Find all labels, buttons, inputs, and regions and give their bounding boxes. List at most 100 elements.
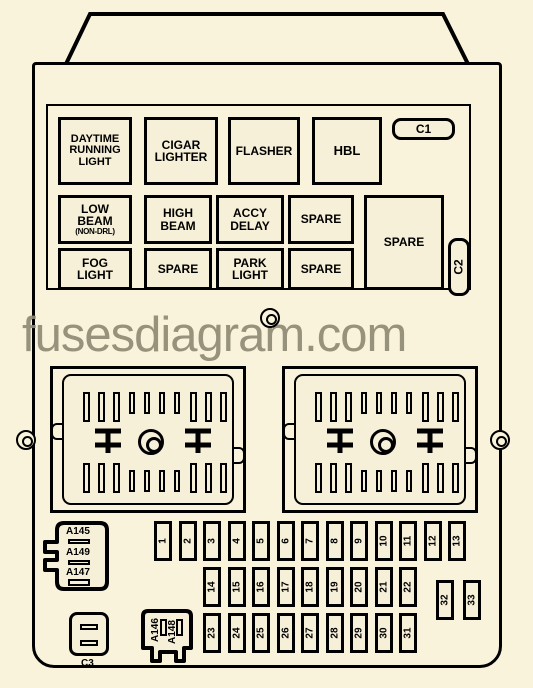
relay-module-left[interactable] — [50, 366, 246, 513]
fuse-number-label: 28 — [329, 627, 340, 639]
fuse-32[interactable]: 32 — [436, 580, 454, 620]
relay-spare-big[interactable]: SPARE — [364, 195, 444, 290]
relay-label-line: SPARE — [383, 235, 425, 250]
fuse-26[interactable]: 26 — [276, 613, 295, 653]
relay-spare-1[interactable]: SPARE — [288, 195, 354, 244]
relay-label-line: LIGHTER — [154, 150, 208, 164]
fuse-31[interactable]: 31 — [399, 613, 417, 653]
fuse-number-label: 25 — [255, 627, 267, 639]
a146-a148-connector[interactable]: A146 A148 — [140, 608, 194, 664]
relay-accy-delay[interactable]: ACCY DELAY — [216, 195, 284, 244]
fuse-5[interactable]: 5 — [252, 521, 270, 561]
fuse-number-label: 3 — [206, 538, 218, 544]
fuse-box-lid — [28, 8, 505, 68]
fuse-25[interactable]: 25 — [252, 613, 270, 653]
fuse-number-label: 6 — [280, 538, 291, 544]
relay-center-screw — [370, 429, 396, 455]
relay-fog-light[interactable]: FOG LIGHT — [58, 248, 132, 290]
connector-tab-c2[interactable]: C2 — [448, 238, 470, 296]
fuse-18[interactable]: 18 — [301, 567, 319, 607]
fuse-24[interactable]: 24 — [227, 613, 246, 653]
fuse-20[interactable]: 20 — [350, 567, 368, 607]
pin-label-a145: A145 — [66, 526, 90, 537]
fuse-10[interactable]: 10 — [374, 521, 393, 561]
fuse-number-label: 1 — [157, 538, 169, 544]
connector-tab-c1[interactable]: C1 — [392, 118, 455, 140]
relay-hbl[interactable]: HBL — [312, 117, 382, 185]
fuse-12[interactable]: 12 — [423, 521, 442, 561]
relay-latch-left — [51, 423, 62, 440]
relay-latch-left — [283, 423, 294, 440]
fuse-29[interactable]: 29 — [350, 613, 368, 653]
relay-low-beam[interactable]: LOW BEAM (NON-DRL) — [58, 195, 132, 244]
fuse-number-label: 33 — [466, 594, 478, 606]
relay-flasher[interactable]: FLASHER — [228, 117, 300, 185]
fuse-8[interactable]: 8 — [325, 521, 344, 561]
relay-label-sub: (NON-DRL) — [75, 226, 115, 236]
relay-label-line: DELAY — [230, 218, 270, 233]
relay-label-line: FLASHER — [235, 143, 293, 158]
fuse-15[interactable]: 15 — [227, 567, 246, 607]
pin-slot-a146 — [160, 619, 167, 636]
relay-label-line: SPARE — [157, 261, 199, 276]
fuse-14[interactable]: 14 — [203, 567, 221, 607]
relay-label-line: BEAM — [160, 218, 196, 233]
relay-module-right[interactable] — [282, 366, 478, 513]
fuse-number-label: 30 — [378, 627, 389, 639]
fuse-16[interactable]: 16 — [252, 567, 270, 607]
fuse-6[interactable]: 6 — [276, 521, 295, 561]
fuse-2[interactable]: 2 — [178, 521, 197, 561]
relay-label-line: BEAM — [77, 214, 113, 229]
fuse-number-label: 5 — [255, 538, 267, 544]
connector-tab-c1-label: C1 — [415, 122, 432, 136]
fuse-number-label: 21 — [378, 581, 389, 593]
fuse-number-label: 9 — [353, 538, 365, 544]
c3-connector[interactable] — [69, 612, 109, 656]
fuse-number-label: 23 — [206, 627, 218, 639]
relay-daytime-running-light[interactable]: DAYTIME RUNNING LIGHT — [58, 117, 132, 185]
relay-latch-right — [234, 447, 245, 464]
fuse-21[interactable]: 21 — [374, 567, 393, 607]
fuse-1[interactable]: 1 — [154, 521, 172, 561]
fuse-number-label: 18 — [304, 581, 316, 593]
relay-label-line: SPARE — [300, 261, 342, 276]
fuse-19[interactable]: 19 — [325, 567, 344, 607]
relay-high-beam[interactable]: HIGH BEAM — [144, 195, 212, 244]
fuse-number-label: 14 — [206, 581, 218, 593]
fuse-4[interactable]: 4 — [227, 521, 246, 561]
fuse-17[interactable]: 17 — [276, 567, 295, 607]
relay-label-line: LIGHT — [77, 268, 113, 282]
fuse-number-label: 12 — [427, 535, 438, 547]
left-multi-connector[interactable]: A145 A149 A147 — [42, 520, 110, 592]
fuse-28[interactable]: 28 — [325, 613, 344, 653]
fuse-number-label: 20 — [353, 581, 365, 593]
relay-spare-3[interactable]: SPARE — [288, 248, 354, 290]
relay-terminal-right — [181, 427, 215, 457]
fuse-3[interactable]: 3 — [203, 521, 221, 561]
fuse-27[interactable]: 27 — [301, 613, 319, 653]
pin-slot-a145 — [68, 539, 90, 544]
connector-tab-c2-label: C2 — [452, 259, 466, 275]
relay-park-light[interactable]: PARK LIGHT — [216, 248, 284, 290]
fuse-9[interactable]: 9 — [350, 521, 368, 561]
fuse-30[interactable]: 30 — [374, 613, 393, 653]
fuse-11[interactable]: 11 — [399, 521, 417, 561]
fuse-23[interactable]: 23 — [203, 613, 221, 653]
fuse-number-label: 22 — [402, 581, 414, 593]
relay-terminal-left — [91, 427, 125, 457]
fuse-33[interactable]: 33 — [463, 580, 481, 620]
fuse-13[interactable]: 13 — [448, 521, 466, 561]
relay-label-line: LIGHT — [232, 268, 268, 282]
fuse-7[interactable]: 7 — [301, 521, 319, 561]
fuse-number-label: 11 — [402, 535, 414, 547]
relay-cigar-lighter[interactable]: CIGAR LIGHTER — [144, 117, 218, 185]
fuse-number-label: 24 — [231, 627, 242, 639]
relay-label-line: SPARE — [300, 212, 342, 227]
relay-label-line: RUNNING — [69, 144, 121, 157]
fuse-number-label: 10 — [378, 535, 389, 547]
relay-spare-2[interactable]: SPARE — [144, 248, 212, 290]
relay-label-line: LIGHT — [78, 155, 112, 168]
fuse-22[interactable]: 22 — [399, 567, 417, 607]
pin-label-a147: A147 — [66, 567, 90, 578]
fuse-number-label: 31 — [402, 627, 414, 639]
